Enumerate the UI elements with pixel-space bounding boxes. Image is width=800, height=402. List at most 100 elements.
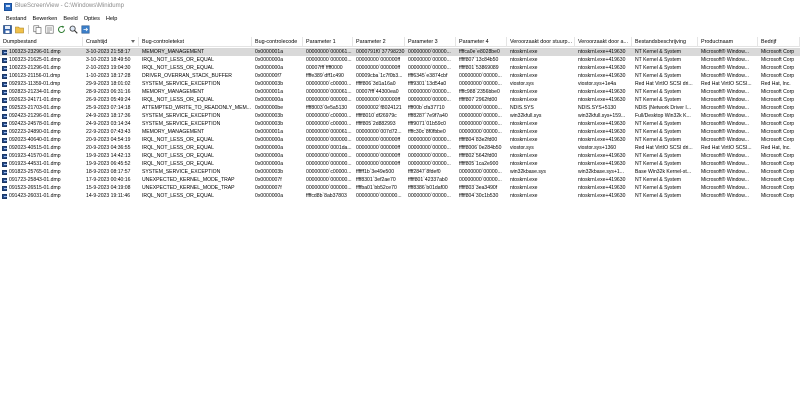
dump-file-icon [2, 97, 7, 103]
save-icon[interactable] [3, 25, 12, 34]
table-cell: fffff805`2d882993 [356, 121, 396, 127]
table-cell: ntoskrnl.exe [510, 49, 538, 55]
toolbar-separator [28, 25, 29, 34]
column-header[interactable]: Veroorzaakt door a... [575, 37, 632, 47]
table-row[interactable]: 091923-44531-01.dmp 19-9-2023 06:45:52 IRQ… [0, 160, 800, 168]
table-row[interactable]: 100323-21625-01.dmp 3-10-2023 18:49:50 IRQ… [0, 56, 800, 64]
column-header[interactable]: Bestandsbeschrijving [632, 37, 698, 47]
table-row[interactable]: 092223-24890-01.dmp 22-9-2023 07:43:43 MEM… [0, 128, 800, 136]
column-header[interactable]: Dumpbestand [0, 37, 83, 47]
menu-bewerken[interactable]: Bewerken [30, 16, 61, 22]
table-row[interactable]: 092523-21703-01.dmp 25-9-2023 07:14:18 ATT… [0, 104, 800, 112]
open-folder-icon[interactable] [15, 25, 24, 34]
column-header[interactable]: Bug-controlecode [252, 37, 303, 47]
menu-help[interactable]: Help [103, 16, 121, 22]
table-cell: Microsoft Corp [761, 65, 795, 71]
table-cell: IRQL_NOT_LESS_OR_EQUAL [142, 137, 214, 143]
table-row[interactable]: 100223-21296-01.dmp 2-10-2023 19:04:30 IRQ… [0, 64, 800, 72]
table-cell: 00000000`007d72... [356, 129, 402, 135]
dump-file-icon [2, 73, 7, 79]
table-cell: Red Hat VirtIO SCSI dri... [635, 81, 693, 87]
column-header[interactable]: Productnaam [698, 37, 758, 47]
table-cell: 00000000`000000ff [356, 153, 401, 159]
table-cell: ffffc30c`8f0fbbe0 [408, 129, 446, 135]
table-cell: 00009cba`1c7f0b3... [356, 73, 403, 79]
table-row[interactable]: 092823-21234-01.dmp 28-9-2023 06:31:16 MEM… [0, 88, 800, 96]
table-row[interactable]: 091523-26515-01.dmp 15-9-2023 04:19:08 UNE… [0, 184, 800, 192]
table-cell: Microsoft Corp [761, 57, 795, 63]
column-header[interactable]: Veroorzaakt door stuurp... [507, 37, 575, 47]
table-cell: 00000000`0001da... [306, 145, 352, 151]
table-cell: ntoskrnl.exe+419630 [578, 89, 626, 95]
table-cell: fffff807`13c84b50 [459, 57, 499, 63]
table-row[interactable]: 091823-25765-01.dmp 18-9-2023 08:17:57 SYS… [0, 168, 800, 176]
menu-bestand[interactable]: Bestand [3, 16, 30, 22]
column-header[interactable]: Parameter 2 [353, 37, 405, 47]
table-cell: 00000000`00000... [408, 161, 451, 167]
table-row[interactable]: 092423-24578-01.dmp 24-9-2023 03:14:34 SYS… [0, 120, 800, 128]
table-cell: MEMORY_MANAGEMENT [142, 129, 205, 135]
copy-icon[interactable] [33, 25, 42, 34]
table-row[interactable]: 100323-23296-01.dmp 3-10-2023 21:58:17 MEM… [0, 48, 800, 56]
column-header[interactable]: Bedrijf [758, 37, 800, 47]
column-header[interactable]: Crashtijd [83, 37, 139, 47]
table-cell: ffff9301`13d54a0 [408, 81, 447, 87]
table-cell: ntoskrnl.exe+419630 [578, 49, 626, 55]
table-cell: 092923-11359-01.dmp [0, 80, 83, 88]
table-cell: ntoskrnl.exe+419630 [578, 177, 626, 183]
column-header[interactable]: Parameter 4 [456, 37, 507, 47]
menu-beeld[interactable]: Beeld [60, 16, 80, 22]
table-cell: Microsoft Corp [761, 153, 795, 159]
column-header-label: Veroorzaakt door stuurp... [510, 39, 573, 45]
dump-file-name: 092623-24171-01.dmp [9, 97, 61, 103]
table-cell: viostor.sys+1360 [578, 145, 617, 151]
table-cell: 00000000`c00000... [306, 81, 352, 87]
table-cell: Microsoft® Window... [701, 137, 749, 143]
find-icon[interactable] [69, 25, 78, 34]
column-header-label: Bedrijf [761, 39, 777, 45]
column-header[interactable]: Parameter 3 [405, 37, 456, 47]
menu-opties[interactable]: Opties [81, 16, 103, 22]
crash-list[interactable]: Dumpbestand Crashtijd Bug-controletekst Bug… [0, 37, 800, 217]
column-header-label: Bestandsbeschrijving [635, 39, 686, 45]
refresh-icon[interactable] [57, 25, 66, 34]
dump-file-icon [2, 113, 7, 119]
dump-file-icon [2, 129, 7, 135]
table-cell: 0x0000003b [255, 113, 284, 119]
table-cell: 00000000`c00000... [306, 121, 352, 127]
table-cell: viostor.sys+1e4a [578, 81, 617, 87]
table-row[interactable]: 092623-24171-01.dmp 26-9-2023 05:49:24 IRQ… [0, 96, 800, 104]
table-cell: 00000000`00000... [459, 169, 502, 175]
export-icon[interactable] [81, 25, 90, 34]
table-cell: 0x0000000a [255, 193, 284, 199]
table-row[interactable]: 091423-26031-01.dmp 14-9-2023 19:11:46 IRQ… [0, 192, 800, 200]
table-cell: ffff8301`3ef2ae70 [356, 177, 396, 183]
table-cell: 091923-41570-01.dmp [0, 152, 83, 160]
table-cell: ntoskrnl.exe [510, 57, 538, 63]
table-row[interactable]: 092423-21296-01.dmp 24-9-2023 18:17:36 SYS… [0, 112, 800, 120]
table-cell: 00000000`000000ff [356, 145, 401, 151]
table-row[interactable]: 100123-21156-01.dmp 1-10-2023 18:17:28 DRI… [0, 72, 800, 80]
table-cell: ntoskrnl.exe [510, 129, 538, 135]
table-row[interactable]: 092923-11359-01.dmp 29-9-2023 18:01:02 SYS… [0, 80, 800, 88]
table-cell: 26-9-2023 05:49:24 [86, 97, 131, 103]
table-row[interactable]: 091923-41570-01.dmp 19-9-2023 14:42:13 IRQ… [0, 152, 800, 160]
table-cell: Microsoft Corp [761, 185, 795, 191]
table-row[interactable]: 092023-40640-01.dmp 20-9-2023 04:54:19 IRQ… [0, 136, 800, 144]
table-cell: 00000000`000000ff [356, 161, 401, 167]
table-cell: ntoskrnl.exe+419630 [578, 185, 626, 191]
column-header[interactable]: Bug-controletekst [139, 37, 252, 47]
table-row[interactable]: 092023-40515-01.dmp 20-9-2023 04:36:55 IRQ… [0, 144, 800, 152]
properties-icon[interactable] [45, 25, 54, 34]
table-row[interactable]: 091723-25843-01.dmp 17-9-2023 00:40:16 UNE… [0, 176, 800, 184]
table-cell: Red Hat, Inc. [761, 145, 791, 151]
table-cell: ntoskrnl.exe [510, 121, 538, 127]
column-header[interactable]: Parameter 1 [303, 37, 353, 47]
table-cell: 00000000`000000... [306, 185, 352, 191]
table-cell: 00000000`00000... [408, 89, 451, 95]
table-cell: fffff8006`0e284b50 [459, 145, 502, 151]
table-cell: NT Kernel & System [635, 57, 682, 63]
sort-descending-icon [131, 40, 135, 43]
table-cell: ntoskrnl.exe+419630 [578, 137, 626, 143]
table-cell: 0x0000007f [255, 177, 282, 183]
